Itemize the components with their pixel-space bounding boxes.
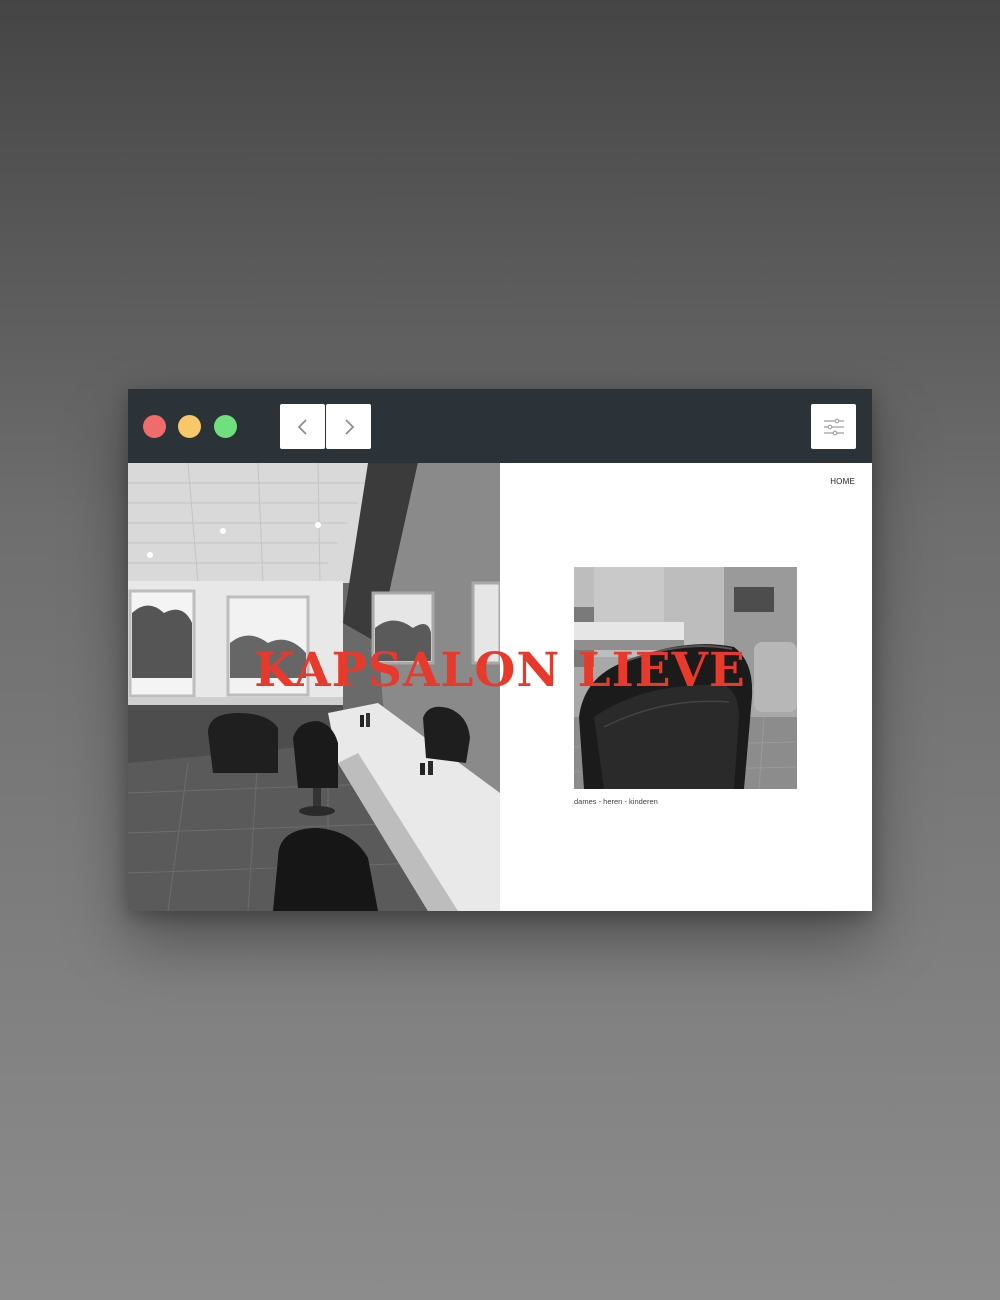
services-caption: dames - heren - kinderen [574,797,658,806]
browser-menu-button[interactable] [811,404,856,449]
salon-interior-photo [128,463,500,911]
close-window-button[interactable] [143,415,166,438]
forward-button[interactable] [326,404,371,449]
browser-titlebar [128,389,872,463]
browser-window: HOME dames - heren - kinderen KAPSALON L… [128,389,872,911]
maximize-window-button[interactable] [214,415,237,438]
salon-chair-photo [574,567,797,789]
chevron-left-icon [297,418,307,435]
sliders-icon [823,418,844,435]
webpage: HOME dames - heren - kinderen KAPSALON L… [128,463,872,911]
minimize-window-button[interactable] [178,415,201,438]
intro-panel: HOME dames - heren - kinderen [500,463,872,911]
nav-home-link[interactable]: HOME [830,477,855,486]
chevron-right-icon [344,418,354,435]
back-button[interactable] [280,404,325,449]
